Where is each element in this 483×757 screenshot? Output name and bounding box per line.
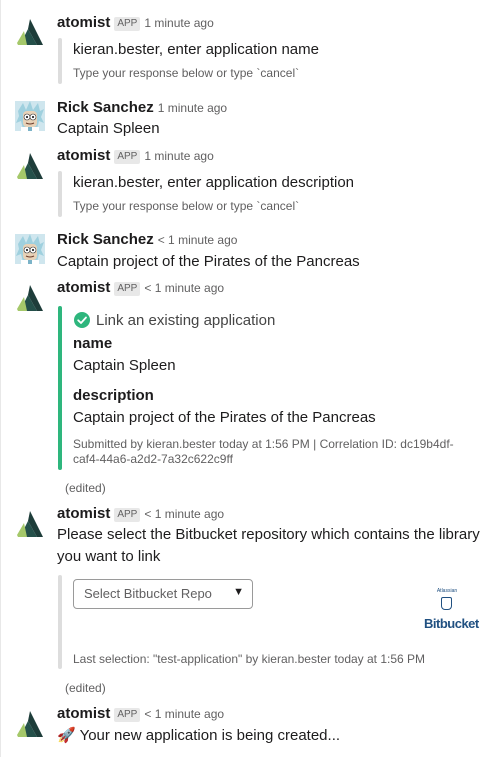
attachment-bar bbox=[58, 575, 62, 669]
sender-name[interactable]: atomist bbox=[57, 705, 110, 722]
attachment-footer: Last selection: "test-application" by ki… bbox=[73, 652, 426, 666]
field-title-description: description bbox=[73, 387, 154, 404]
attachment-footer: Type your response below or type `cancel… bbox=[73, 66, 300, 80]
app-badge: APP bbox=[114, 708, 141, 722]
timestamp[interactable]: 1 minute ago bbox=[158, 101, 227, 115]
message-text-line2: you want to link bbox=[57, 548, 161, 565]
left-border bbox=[0, 0, 1, 757]
caret-down-icon: ▼ bbox=[233, 586, 244, 598]
message-text: Captain project of the Pirates of the Pa… bbox=[57, 253, 360, 270]
sender-name[interactable]: atomist bbox=[57, 505, 110, 522]
app-badge: APP bbox=[114, 282, 141, 296]
field-value-name: Captain Spleen bbox=[73, 357, 176, 374]
atomist-logo-icon[interactable] bbox=[15, 509, 45, 539]
bitbucket-logo-text: Bitbucket bbox=[424, 594, 479, 634]
edited-label: (edited) bbox=[65, 681, 106, 695]
field-title-name: name bbox=[73, 335, 113, 352]
sender-name[interactable]: atomist bbox=[57, 147, 110, 164]
edited-label: (edited) bbox=[65, 481, 106, 495]
atomist-logo-icon[interactable] bbox=[15, 17, 45, 47]
atomist-logo-icon[interactable] bbox=[15, 709, 45, 739]
atomist-logo-icon[interactable] bbox=[15, 151, 45, 181]
sender-name[interactable]: Rick Sanchez bbox=[57, 231, 154, 248]
atomist-logo-icon[interactable] bbox=[15, 283, 45, 313]
app-badge: APP bbox=[114, 508, 141, 522]
check-circle-icon bbox=[74, 312, 90, 328]
attachment-title: Link an existing application bbox=[96, 312, 276, 329]
field-value-description: Captain project of the Pirates of the Pa… bbox=[73, 409, 376, 426]
attachment-footer: Type your response below or type `cancel… bbox=[73, 199, 300, 213]
attachment-bar bbox=[58, 171, 62, 217]
bitbucket-bucket-icon bbox=[441, 597, 452, 610]
attachment-bar-success bbox=[58, 306, 62, 470]
timestamp[interactable]: 1 minute ago bbox=[144, 16, 213, 30]
timestamp[interactable]: < 1 minute ago bbox=[144, 281, 224, 295]
select-placeholder: Select Bitbucket Repo bbox=[84, 586, 212, 601]
sender-name[interactable]: atomist bbox=[57, 14, 110, 31]
timestamp[interactable]: < 1 minute ago bbox=[158, 233, 238, 247]
message-text-line1: Please select the Bitbucket repository w… bbox=[57, 526, 480, 543]
message-text: Captain Spleen bbox=[57, 120, 160, 137]
app-badge: APP bbox=[114, 150, 141, 164]
attachment-title: kieran.bester, enter application descrip… bbox=[73, 174, 355, 191]
message-text: 🚀 Your new application is being created.… bbox=[57, 727, 341, 744]
rick-sanchez-avatar[interactable] bbox=[15, 234, 45, 264]
timestamp[interactable]: < 1 minute ago bbox=[144, 707, 224, 721]
attachment-bar bbox=[58, 38, 62, 84]
timestamp[interactable]: < 1 minute ago bbox=[144, 507, 224, 521]
attachment-footer-line2: caf4-44a6-a2d2-7a32c622c9ff bbox=[73, 452, 233, 466]
sender-name[interactable]: atomist bbox=[57, 279, 110, 296]
app-badge: APP bbox=[114, 17, 141, 31]
timestamp[interactable]: 1 minute ago bbox=[144, 149, 213, 163]
attachment-title: kieran.bester, enter application name bbox=[73, 41, 319, 58]
rick-sanchez-avatar[interactable] bbox=[15, 101, 45, 131]
bitbucket-repo-select[interactable]: Select Bitbucket Repo ▼ bbox=[73, 579, 253, 609]
attachment-footer-line1: Submitted by kieran.bester today at 1:56… bbox=[73, 437, 454, 451]
bitbucket-logo: Atlassian Bitbucket bbox=[424, 588, 479, 631]
sender-name[interactable]: Rick Sanchez bbox=[57, 99, 154, 116]
